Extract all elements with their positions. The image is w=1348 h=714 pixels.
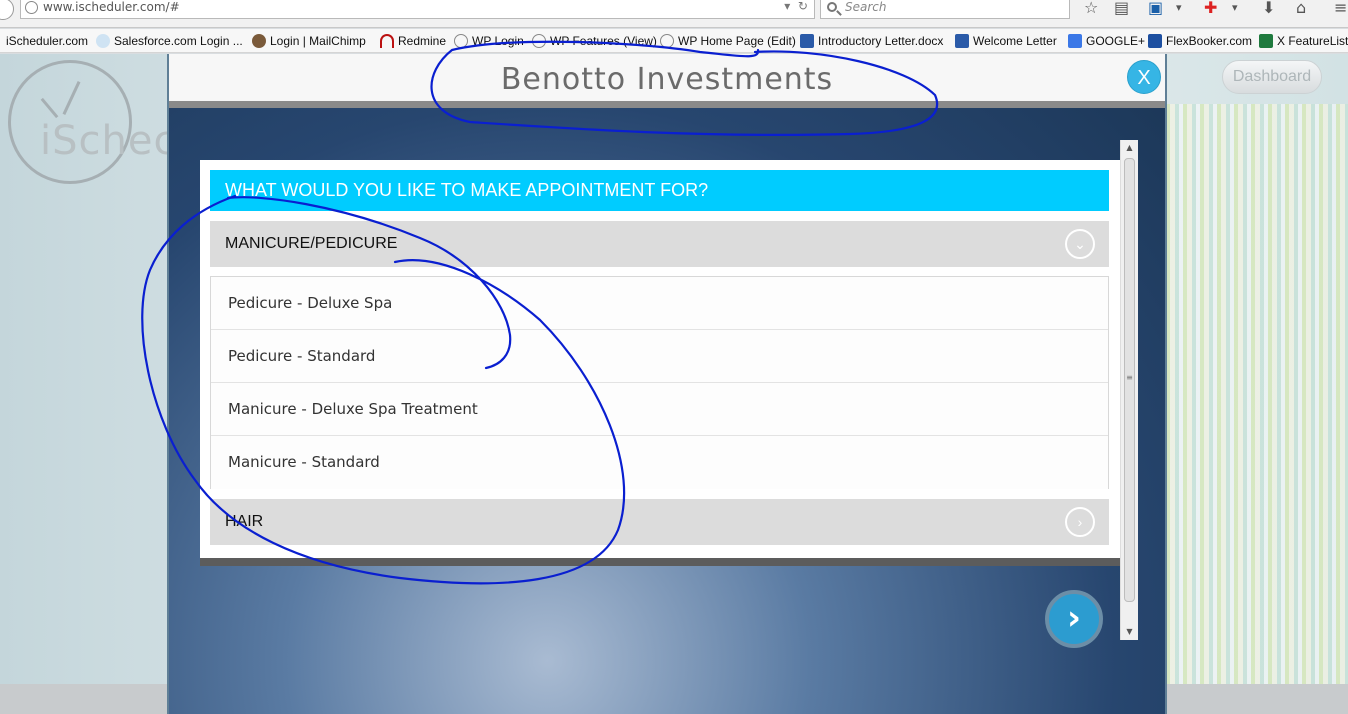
logo-text: iSchec [40,118,177,164]
category-manicure-pedicure[interactable]: MANICURE/PEDICURE ⌄ [210,221,1109,267]
search-placeholder: Search [845,0,887,14]
bookmark-wp-home[interactable]: WP Home Page (Edit) [660,33,796,49]
chevron-right-icon[interactable]: › [1065,507,1095,537]
service-panel: WHAT WOULD YOU LIKE TO MAKE APPOINTMENT … [200,160,1120,566]
search-icon [827,2,837,12]
flexbooker-icon [1148,34,1162,48]
clock-icon [454,34,468,48]
background-image [1166,104,1348,684]
excel-icon [1259,34,1273,48]
modal-scrollbar[interactable]: ▲ ≡ ▼ [1120,140,1138,640]
grip-icon: ≡ [1126,373,1133,382]
word-icon [800,34,814,48]
modal-title: Benotto Investments [500,62,834,97]
close-button[interactable]: X [1127,60,1161,94]
url-text: www.ischeduler.com/# [43,0,180,14]
back-button[interactable] [0,0,14,20]
chevron-down-icon[interactable]: ▾ [1176,0,1182,18]
category-label: HAIR [225,513,264,530]
cloud-icon [96,34,110,48]
bookmark-wp-features[interactable]: WP Features (View) [532,33,657,49]
mailchimp-icon [252,34,266,48]
bookmark-mailchimp[interactable]: Login | MailChimp [252,33,366,49]
service-item[interactable]: Pedicure - Standard [211,330,1108,383]
scrollbar-thumb[interactable]: ≡ [1124,158,1135,602]
chevron-down-icon[interactable]: ▾ [1232,0,1238,18]
clock-icon [532,34,546,48]
modal-header: Benotto Investments [169,54,1165,108]
word-icon [955,34,969,48]
service-list: Pedicure - Deluxe Spa Pedicure - Standar… [210,276,1109,489]
bookmark-flexbooker[interactable]: FlexBooker.com [1148,33,1252,49]
home-icon[interactable]: ⌂ [1296,0,1306,18]
bookmark-redmine[interactable]: Redmine [380,33,446,49]
category-label: MANICURE/PEDICURE [225,235,398,252]
bookmark-featurelist[interactable]: X FeatureList [1259,33,1348,49]
reading-list-icon[interactable]: ▤ [1114,0,1129,18]
service-item[interactable]: Manicure - Deluxe Spa Treatment [211,383,1108,436]
bookmark-google[interactable]: GOOGLE+ [1068,33,1145,49]
search-input[interactable]: Search [820,0,1070,19]
bookmark-salesforce[interactable]: Salesforce.com Login ... [96,33,243,49]
scroll-down-icon[interactable]: ▼ [1121,624,1138,640]
service-item[interactable]: Pedicure - Deluxe Spa [211,277,1108,330]
bookmark-ischeduler[interactable]: iScheduler.com [6,33,88,49]
bookmark-welcome-letter[interactable]: Welcome Letter [955,33,1057,49]
category-hair[interactable]: HAIR › [210,499,1109,545]
download-icon[interactable]: ⬇ [1262,0,1275,18]
next-button[interactable]: › [1045,590,1103,648]
reload-icon[interactable]: ▾ ↻ [784,0,808,13]
bookmark-wp-login[interactable]: WP Login [454,33,524,49]
addon-icon[interactable]: ✚ [1204,0,1217,18]
address-bar[interactable]: www.ischeduler.com/# ▾ ↻ [20,0,815,19]
chevron-down-icon[interactable]: ⌄ [1065,229,1095,259]
service-item[interactable]: Manicure - Standard [211,436,1108,489]
clock-icon [660,34,674,48]
dashboard-button[interactable]: Dashboard [1222,60,1322,94]
bookmark-intro-letter[interactable]: Introductory Letter.docx [800,33,943,49]
globe-icon [25,1,38,14]
google-icon [1068,34,1082,48]
redmine-icon [380,34,394,48]
booking-modal: Benotto Investments WHAT WOULD YOU LIKE … [167,54,1167,714]
panel-heading: WHAT WOULD YOU LIKE TO MAKE APPOINTMENT … [210,170,1109,211]
menu-icon[interactable]: ≡ [1334,0,1347,18]
browser-toolbar: www.ischeduler.com/# ▾ ↻ Search ☆ ▤ ▣ ▾ … [0,0,1348,28]
bookmarks-bar: iScheduler.com Salesforce.com Login ... … [0,29,1348,53]
scroll-up-icon[interactable]: ▲ [1121,140,1138,156]
star-icon[interactable]: ☆ [1084,0,1098,18]
save-icon[interactable]: ▣ [1148,0,1163,18]
